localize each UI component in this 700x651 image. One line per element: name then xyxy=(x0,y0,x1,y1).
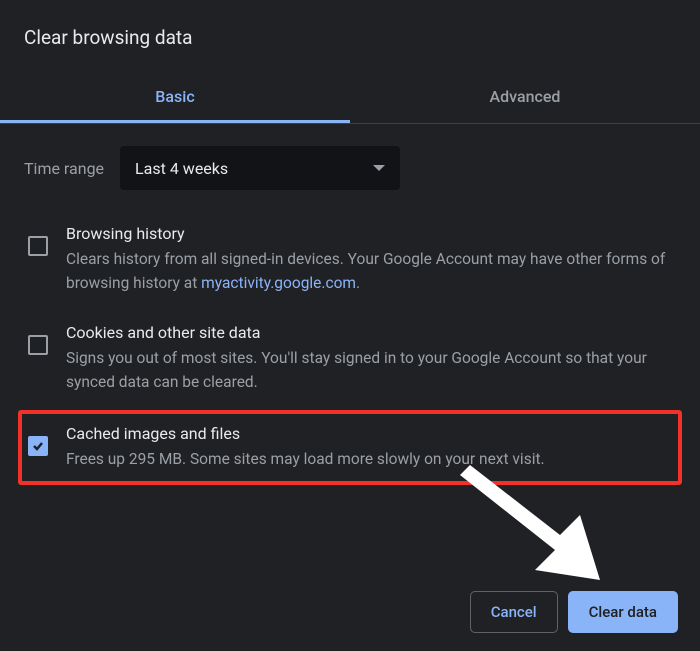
time-range-value: Last 4 weeks xyxy=(135,159,228,178)
option-browsing-history: Browsing history Clears history from all… xyxy=(24,218,676,317)
dialog-header: Clear browsing data xyxy=(0,0,700,59)
tab-advanced[interactable]: Advanced xyxy=(350,73,700,123)
option-cookies: Cookies and other site data Signs you ou… xyxy=(24,317,676,416)
dialog-footer: Cancel Clear data xyxy=(0,591,700,651)
dialog-body: Time range Last 4 weeks Browsing history… xyxy=(0,124,700,485)
option-text: Cached images and files Frees up 295 MB.… xyxy=(66,424,672,471)
tab-advanced-label: Advanced xyxy=(490,87,561,106)
cancel-button[interactable]: Cancel xyxy=(470,591,558,633)
caret-down-icon xyxy=(373,165,385,171)
highlight-annotation: Cached images and files Frees up 295 MB.… xyxy=(18,410,682,485)
option-text: Cookies and other site data Signs you ou… xyxy=(66,323,672,394)
option-title: Cached images and files xyxy=(66,424,672,443)
clear-browsing-data-dialog: Clear browsing data Basic Advanced Time … xyxy=(0,0,700,651)
my-activity-link[interactable]: myactivity.google.com xyxy=(201,274,356,292)
clear-data-button[interactable]: Clear data xyxy=(568,591,678,633)
option-desc: Signs you out of most sites. You'll stay… xyxy=(66,346,672,394)
option-desc-text-a: Clears history from all signed-in device… xyxy=(66,250,665,292)
option-title: Cookies and other site data xyxy=(66,323,672,342)
tab-basic[interactable]: Basic xyxy=(0,73,350,123)
clear-data-button-label: Clear data xyxy=(589,603,657,621)
time-range-select[interactable]: Last 4 weeks xyxy=(120,146,400,190)
option-desc: Clears history from all signed-in device… xyxy=(66,247,672,295)
checkbox-browsing-history[interactable] xyxy=(28,236,48,256)
checkbox-cache[interactable] xyxy=(28,436,48,456)
option-title: Browsing history xyxy=(66,224,672,243)
option-desc: Frees up 295 MB. Some sites may load mor… xyxy=(66,447,672,471)
option-cache: Cached images and files Frees up 295 MB.… xyxy=(28,424,672,471)
checkmark-icon xyxy=(32,440,44,452)
time-range-row: Time range Last 4 weeks xyxy=(24,146,676,190)
tab-bar: Basic Advanced xyxy=(0,73,700,124)
cancel-button-label: Cancel xyxy=(491,603,537,621)
dialog-title: Clear browsing data xyxy=(24,26,676,49)
checkbox-cookies[interactable] xyxy=(28,335,48,355)
time-range-label: Time range xyxy=(24,159,104,178)
option-desc-text-b: . xyxy=(356,274,360,292)
tab-basic-label: Basic xyxy=(155,87,194,106)
option-text: Browsing history Clears history from all… xyxy=(66,224,672,295)
